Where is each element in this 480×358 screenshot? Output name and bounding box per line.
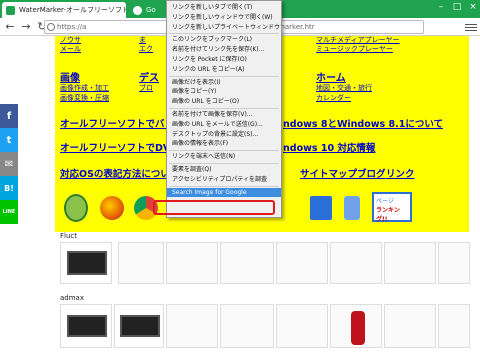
windows-icon[interactable] (310, 196, 332, 220)
context-menu-item[interactable]: 画像の URL をメールで送信(G)... (167, 120, 281, 130)
tab-title: WaterMarker-オールフリーソフト (19, 6, 126, 14)
ad-product-13[interactable] (438, 304, 470, 348)
menu-item-search-image-google[interactable]: Search Image for Google (167, 187, 281, 198)
ad-product-2[interactable] (166, 242, 218, 284)
ad-product-11[interactable] (330, 304, 382, 348)
link-map-travel[interactable]: 地図・交通・旅行 (316, 83, 372, 93)
monitor-image-3 (120, 315, 160, 337)
tab-watermarker[interactable]: WaterMarker-オールフリーソフト × (2, 2, 126, 18)
context-menu-item[interactable]: 画像だけを表示(I) (167, 78, 281, 88)
page-ranking-badge[interactable]: ページ ランキング!! (372, 192, 412, 223)
maximize-icon[interactable]: □ (450, 2, 464, 12)
section-design-title[interactable]: デス (139, 69, 159, 84)
firefox-icon[interactable] (100, 196, 124, 220)
menu-separator (169, 33, 279, 35)
fluct-label: Fluct (60, 232, 78, 240)
link-backup-partial[interactable]: オールフリーソフトでバッ (60, 116, 174, 130)
link-music-player[interactable]: ミュージックプレーヤー (316, 44, 393, 54)
ad-product-1[interactable] (118, 242, 164, 284)
link-links[interactable]: リンク (386, 166, 415, 180)
menu-separator (169, 107, 279, 109)
ad-product-10[interactable] (276, 304, 328, 348)
link-blog-partial[interactable]: ブロ (139, 83, 153, 93)
context-menu-item[interactable]: リンクを端末へ送信(N) (167, 152, 281, 162)
google-favicon-icon (133, 5, 142, 15)
ad-product-5[interactable] (330, 242, 382, 284)
beta-icon[interactable] (344, 196, 360, 220)
ad-monitor-3[interactable] (114, 304, 164, 348)
line-share-button[interactable]: LINE (0, 200, 18, 224)
menu-separator (169, 75, 279, 77)
ad-monitor-2[interactable] (60, 304, 112, 348)
context-menu-item[interactable]: 名前を付けてリンク先を保存(K)... (167, 45, 281, 55)
close-window-icon[interactable]: × (466, 2, 480, 12)
twitter-share-button[interactable]: t (0, 128, 18, 152)
section-home-title[interactable]: ホーム (316, 69, 346, 84)
link-sitemap[interactable]: サイトマップ (300, 166, 357, 180)
section-image-title[interactable]: 画像 (60, 69, 80, 84)
context-menu-item[interactable]: アクセシビリティプロパティを調査 (167, 175, 281, 185)
context-menu-item[interactable]: 画像の URL をコピー(O) (167, 97, 281, 107)
context-menu-item[interactable]: このリンクをブックマーク(L) (167, 35, 281, 45)
context-menu-item[interactable]: リンクを Pocket に保存(O) (167, 55, 281, 65)
context-menu-item[interactable]: リンクを新しいタブで開く(T) (167, 3, 281, 13)
hatena-share-button[interactable]: B! (0, 176, 18, 200)
back-arrow-icon[interactable]: ← (3, 20, 17, 34)
ad-product-9[interactable] (220, 304, 274, 348)
link-blog[interactable]: ブログ (357, 166, 386, 180)
context-menu-item[interactable]: 要素を調査(Q) (167, 165, 281, 175)
mail-share-button[interactable]: ✉ (0, 152, 18, 176)
minimize-icon[interactable]: – (434, 2, 448, 12)
menu-separator (169, 162, 279, 164)
link-os-notation[interactable]: 対応OSの表記方法について (60, 166, 179, 180)
ranking-badge-label-2: ランキング!! (376, 207, 400, 223)
forward-arrow-icon[interactable]: → (19, 20, 33, 34)
monitor-image-2 (67, 315, 107, 337)
link-calendar[interactable]: カレンダー (316, 93, 351, 103)
admax-label: admax (60, 294, 84, 302)
site-favicon-icon (6, 5, 15, 15)
facebook-share-button[interactable]: f (0, 104, 18, 128)
link-dvd-partial[interactable]: オールフリーソフトでDVD (60, 140, 178, 154)
context-menu-item[interactable]: デスクトップの背景に設定(S)... (167, 130, 281, 140)
ad-product-8[interactable] (166, 304, 218, 348)
ad-monitor[interactable] (60, 242, 112, 284)
context-menu-item[interactable]: 名前を付けて画像を保存(V)... (167, 110, 281, 120)
ad-product-7[interactable] (438, 242, 470, 284)
link-top-left-2[interactable]: メール (60, 44, 81, 54)
link-windows8-info[interactable]: ndows 8とWindows 8.1について (283, 116, 443, 130)
url-text-left: https://a (57, 23, 87, 31)
red-product-image (351, 311, 365, 345)
context-menu: リンクを新しいタブで開く(T) リンクを新しいウィンドウで開く(W) リンクを新しい… (166, 0, 282, 218)
link-image-create[interactable]: 画像作成・加工 (60, 83, 109, 93)
context-menu-item[interactable]: 画像をコピー(Y) (167, 87, 281, 97)
context-menu-item[interactable]: リンクを新しいプライベートウィンドウで開く(P) (167, 23, 281, 33)
context-menu-item[interactable]: リンクを新しいウィンドウで開く(W) (167, 13, 281, 23)
ad-product-3[interactable] (220, 242, 274, 284)
smartphone-app-icon[interactable] (64, 194, 88, 222)
ad-product-6[interactable] (384, 242, 436, 284)
tab-title: Go (146, 6, 156, 14)
menu-separator (169, 150, 279, 152)
link-image-convert[interactable]: 画像変換・圧縮 (60, 93, 109, 103)
menu-separator (169, 185, 279, 187)
hamburger-menu-icon[interactable] (465, 20, 477, 34)
ad-product-4[interactable] (276, 242, 328, 284)
context-menu-item[interactable]: 画像の情報を表示(F) (167, 139, 281, 149)
site-info-icon[interactable] (47, 23, 55, 31)
link-top-mid-2[interactable]: エク (139, 44, 153, 54)
ranking-badge-label-1: ページ (376, 198, 394, 205)
annotation-red-box (153, 200, 275, 215)
link-windows10-info[interactable]: ndows 10 対応情報 (283, 140, 375, 154)
ad-product-12[interactable] (384, 304, 436, 348)
tab-google[interactable]: Go (129, 2, 159, 18)
monitor-image (67, 251, 107, 275)
context-menu-item[interactable]: リンクの URL をコピー(A) (167, 65, 281, 75)
